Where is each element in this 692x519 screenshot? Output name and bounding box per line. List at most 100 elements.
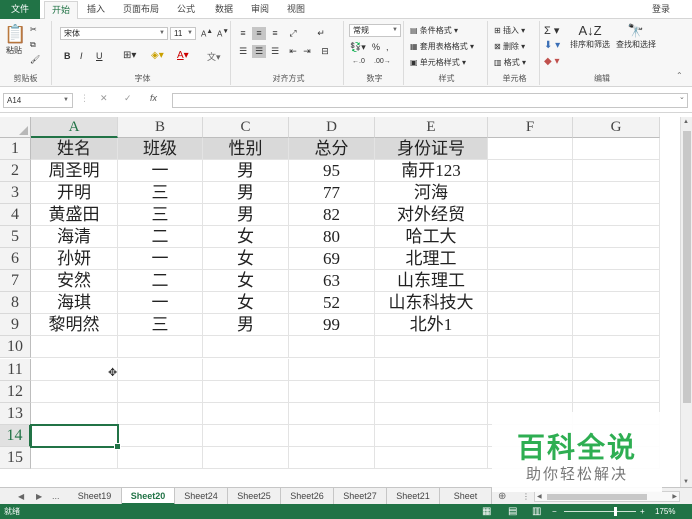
table-cell[interactable] xyxy=(573,380,660,403)
table-cell[interactable]: 男 xyxy=(203,160,289,183)
sheet-tab-sheet25[interactable]: Sheet25 xyxy=(228,488,281,505)
more-sheets-button[interactable]: ... xyxy=(52,488,60,505)
row-header-5[interactable]: 5 xyxy=(0,226,31,249)
table-cell[interactable] xyxy=(118,358,203,381)
zoom-slider[interactable] xyxy=(564,511,636,512)
row-header-7[interactable]: 7 xyxy=(0,270,31,293)
paste-button[interactable]: 📋 粘贴 xyxy=(4,23,26,56)
table-cell[interactable]: 黎明然 xyxy=(31,314,118,337)
table-cell[interactable]: 二 xyxy=(118,270,203,293)
percent-icon[interactable]: % xyxy=(372,42,380,52)
table-cell[interactable] xyxy=(203,424,289,447)
row-header-12[interactable]: 12 xyxy=(0,380,31,403)
table-cell[interactable] xyxy=(488,292,573,315)
row-header-11[interactable]: 11 xyxy=(0,358,31,381)
table-cell[interactable]: 山东理工 xyxy=(375,270,488,293)
formula-input[interactable] xyxy=(172,93,688,108)
sheet-tab-sheet24[interactable]: Sheet24 xyxy=(175,488,228,505)
sheet-tab-sheet27[interactable]: Sheet27 xyxy=(334,488,387,505)
horizontal-scrollbar[interactable]: ◀ ▶ xyxy=(534,491,680,502)
table-cell[interactable] xyxy=(203,336,289,359)
h-scroll-thumb[interactable] xyxy=(547,494,647,500)
align-bottom-icon[interactable]: ≡ xyxy=(268,27,282,40)
increase-indent-icon[interactable]: ⇥ xyxy=(300,45,314,58)
table-cell[interactable] xyxy=(118,380,203,403)
table-cell[interactable]: 周圣明 xyxy=(31,160,118,183)
tab-insert[interactable]: 插入 xyxy=(80,0,112,19)
row-header-6[interactable]: 6 xyxy=(0,248,31,271)
sheet-tab-sheet19[interactable]: Sheet19 xyxy=(68,488,122,505)
vertical-scrollbar[interactable]: ▲ ▼ xyxy=(680,117,692,487)
expand-formula-icon[interactable]: ⌄ xyxy=(679,93,685,101)
currency-icon[interactable]: 💱▾ xyxy=(350,42,366,53)
page-break-view-icon[interactable]: ▥ xyxy=(532,504,541,519)
zoom-in-icon[interactable]: + xyxy=(640,504,645,519)
row-header-4[interactable]: 4 xyxy=(0,204,31,227)
tab-data[interactable]: 数据 xyxy=(208,0,240,19)
table-cell[interactable] xyxy=(289,380,375,403)
sheet-tab-sheet21[interactable]: Sheet21 xyxy=(387,488,440,505)
table-cell[interactable]: 男 xyxy=(203,182,289,205)
table-cell[interactable] xyxy=(573,248,660,271)
insert-cells-button[interactable]: ⊞ 插入 ▾ xyxy=(494,25,525,36)
table-cell[interactable]: 河海 xyxy=(375,182,488,205)
table-cell[interactable] xyxy=(573,182,660,205)
autosum-icon[interactable]: Σ ▾ xyxy=(544,24,559,37)
row-header-13[interactable]: 13 xyxy=(0,402,31,425)
increase-decimal-icon[interactable]: ←.0 xyxy=(352,58,365,65)
page-layout-view-icon[interactable]: ▤ xyxy=(508,504,517,519)
table-cell[interactable] xyxy=(488,182,573,205)
table-cell[interactable] xyxy=(573,336,660,359)
table-cell[interactable]: 一 xyxy=(118,160,203,183)
table-cell[interactable] xyxy=(488,380,573,403)
cut-icon[interactable]: ✂ xyxy=(30,25,37,34)
grow-font-icon[interactable]: A▲ xyxy=(201,28,213,39)
tab-home[interactable]: 开始 xyxy=(44,1,78,20)
tab-page-layout[interactable]: 页面布局 xyxy=(118,0,164,19)
align-middle-icon[interactable]: ≡ xyxy=(252,27,266,40)
clear-icon[interactable]: ◆ ▾ xyxy=(544,56,560,67)
table-header-cell[interactable]: 性别 xyxy=(203,138,289,161)
row-header-2[interactable]: 2 xyxy=(0,160,31,183)
table-cell[interactable] xyxy=(488,336,573,359)
table-cell[interactable] xyxy=(31,336,118,359)
table-cell[interactable]: 黄盛田 xyxy=(31,204,118,227)
cancel-icon[interactable]: ✕ xyxy=(100,93,108,104)
table-cell[interactable]: 一 xyxy=(118,292,203,315)
font-name-select[interactable]: 宋体 ▼ xyxy=(60,27,168,40)
next-sheet-icon[interactable]: ▶ xyxy=(36,488,42,505)
orientation-icon[interactable]: ⤢ xyxy=(286,27,300,40)
scroll-up-icon[interactable]: ▲ xyxy=(683,119,689,125)
table-cell[interactable] xyxy=(289,358,375,381)
italic-button[interactable]: I xyxy=(80,51,83,61)
wrap-text-icon[interactable]: ↵ xyxy=(314,27,328,40)
table-cell[interactable] xyxy=(573,204,660,227)
zoom-level[interactable]: 175% xyxy=(655,504,675,519)
table-cell[interactable]: 52 xyxy=(289,292,375,315)
table-cell[interactable] xyxy=(375,358,488,381)
table-cell[interactable] xyxy=(573,226,660,249)
table-cell[interactable] xyxy=(289,424,375,447)
scroll-down-icon[interactable]: ▼ xyxy=(683,479,689,485)
table-cell[interactable]: 95 xyxy=(289,160,375,183)
table-cell[interactable] xyxy=(488,226,573,249)
column-header-g[interactable]: G xyxy=(573,117,660,138)
copy-icon[interactable]: ⧉ xyxy=(30,40,36,50)
table-cell[interactable]: 海清 xyxy=(31,226,118,249)
normal-view-icon[interactable]: ▦ xyxy=(482,504,491,519)
fill-icon[interactable]: ⬇ ▾ xyxy=(544,40,560,51)
number-format-select[interactable]: 常规 ▼ xyxy=(349,24,401,37)
row-header-1[interactable]: 1 xyxy=(0,138,31,161)
table-cell[interactable]: 对外经贸 xyxy=(375,204,488,227)
table-cell[interactable] xyxy=(375,336,488,359)
table-header-cell[interactable]: 身份证号 xyxy=(375,138,488,161)
table-cell[interactable] xyxy=(31,358,118,381)
table-cell[interactable]: 80 xyxy=(289,226,375,249)
table-cell[interactable]: 北理工 xyxy=(375,248,488,271)
row-header-10[interactable]: 10 xyxy=(0,336,31,359)
table-cell[interactable]: 南开123 xyxy=(375,160,488,183)
table-cell[interactable]: 三 xyxy=(118,204,203,227)
table-cell[interactable]: 82 xyxy=(289,204,375,227)
table-header-cell[interactable]: 总分 xyxy=(289,138,375,161)
format-as-table-button[interactable]: ▦ 套用表格格式 ▾ xyxy=(410,41,474,52)
